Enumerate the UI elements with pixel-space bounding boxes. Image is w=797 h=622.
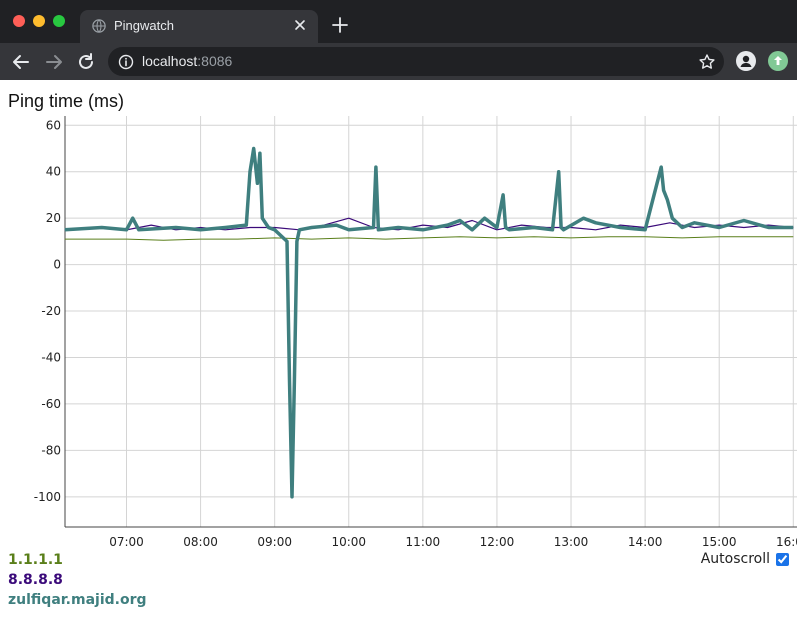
series-line-0: [64, 236, 794, 241]
y-tick-label: 40: [46, 165, 61, 179]
browser-toolbar: localhost:8086: [0, 43, 797, 80]
bookmark-star-icon[interactable]: [698, 53, 716, 71]
info-icon[interactable]: [118, 54, 134, 70]
x-tick-label: 11:00: [406, 535, 441, 549]
x-tick-label: 09:00: [257, 535, 292, 549]
url-host: localhost: [142, 53, 198, 69]
series-line-2: [64, 146, 794, 499]
y-tick-label: -20: [41, 304, 61, 318]
y-tick-label: 60: [46, 118, 61, 132]
address-bar[interactable]: localhost:8086: [108, 47, 724, 76]
x-tick-label: 10:00: [331, 535, 366, 549]
x-tick-label: 08:00: [183, 535, 218, 549]
y-tick-label: 0: [53, 258, 61, 272]
x-tick-label: 16:00: [776, 535, 797, 549]
legend-item-1-1-1-1: 1.1.1.1: [8, 552, 63, 568]
x-tick-label: 15:00: [702, 535, 737, 549]
profile-avatar[interactable]: [736, 51, 756, 71]
back-arrow-icon[interactable]: [10, 51, 32, 73]
tab-close-icon[interactable]: [292, 17, 308, 33]
url-text: localhost:8086: [142, 53, 232, 69]
y-tick-label: -60: [41, 397, 61, 411]
reload-icon[interactable]: [75, 51, 97, 73]
y-tick-label: -100: [34, 490, 61, 504]
browser-tab[interactable]: Pingwatch: [80, 10, 318, 43]
browser-titlebar: Pingwatch: [0, 0, 797, 43]
ping-chart[interactable]: 60 40 20 0 -20 -40 -60 -80 -100 07:00 08:00 09:00 10…: [0, 80, 797, 560]
legend-item-8-8-8-8: 8.8.8.8: [8, 572, 63, 588]
window-maximize-button[interactable]: [53, 15, 65, 27]
url-port: :8086: [197, 53, 233, 69]
legend-item-zulfiqar: zulfiqar.majid.org: [8, 592, 147, 608]
window-minimize-button[interactable]: [33, 15, 45, 27]
new-tab-icon[interactable]: [330, 15, 350, 35]
person-icon: [740, 55, 752, 67]
y-tick-label: 20: [46, 211, 61, 225]
forward-arrow-icon[interactable]: [43, 51, 65, 73]
x-tick-label: 12:00: [480, 535, 515, 549]
upload-arrow-icon: [774, 56, 782, 65]
y-tick-label: -40: [41, 350, 61, 364]
autoscroll-checkbox[interactable]: [776, 552, 789, 566]
tab-title: Pingwatch: [114, 18, 174, 33]
page-content: Ping time (ms) 60 40 20 0 -20 -40 -60 -80 -100 07…: [0, 80, 797, 622]
autoscroll-control[interactable]: Autoscroll: [701, 551, 789, 567]
x-tick-label: 14:00: [628, 535, 663, 549]
extension-button[interactable]: [768, 51, 788, 71]
x-tick-label: 07:00: [109, 535, 144, 549]
window-close-button[interactable]: [13, 15, 25, 27]
x-tick-label: 13:00: [554, 535, 589, 549]
autoscroll-label: Autoscroll: [700, 551, 770, 567]
y-tick-label: -80: [41, 443, 61, 457]
globe-icon: [92, 19, 106, 33]
